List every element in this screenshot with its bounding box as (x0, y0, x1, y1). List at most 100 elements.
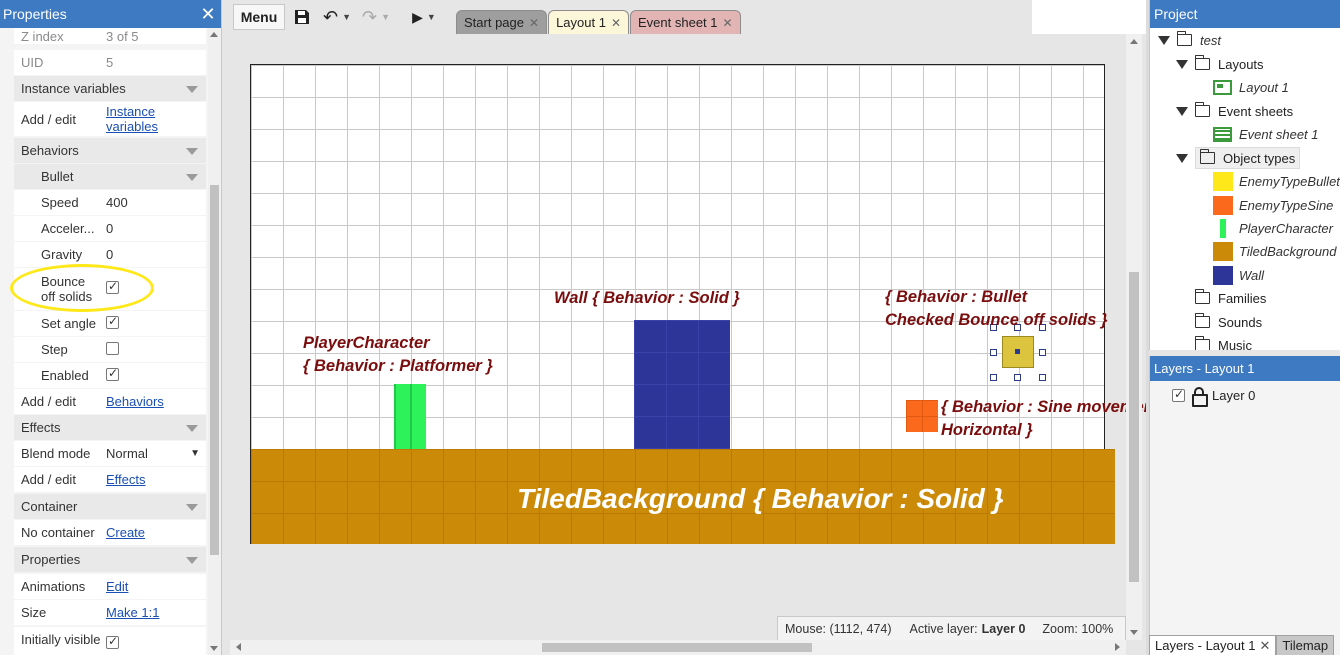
prop-key: No container (21, 525, 95, 540)
tree-item-tiledbackground[interactable]: TiledBackground (1213, 240, 1336, 262)
scroll-up-icon[interactable] (1130, 39, 1138, 44)
toolbar: Menu ↶ ▼ ↷ ▼ ▶ ▼ Start page ✕ Layout 1 ✕ Even… (230, 0, 1032, 34)
subsection-bullet[interactable]: Bullet (14, 164, 206, 189)
playercharacter-object[interactable] (394, 384, 426, 449)
tree-folder-music[interactable]: Music (1194, 334, 1252, 350)
make-1-1-link[interactable]: Make 1:1 (106, 605, 159, 620)
annotation-line: PlayerCharacter (303, 334, 430, 352)
enemytypesine-object[interactable] (906, 400, 938, 432)
prop-value: Edit (102, 579, 206, 594)
edit-animations-link[interactable]: Edit (106, 579, 128, 594)
tree-item-enemytypebullet[interactable]: EnemyTypeBullet (1213, 170, 1340, 192)
effects-link[interactable]: Effects (106, 472, 146, 487)
section-effects[interactable]: Effects (14, 415, 206, 440)
layout-canvas-area[interactable]: PlayerCharacter { Behavior : Platformer … (230, 34, 1159, 640)
close-tab-icon[interactable]: ✕ (529, 16, 539, 30)
canvas-vertical-scrollbar[interactable] (1126, 34, 1142, 640)
tree-item-wall[interactable]: Wall (1213, 264, 1264, 286)
tree-folder-layouts[interactable]: Layouts (1176, 53, 1264, 75)
selected-row: Object types (1195, 147, 1301, 169)
behaviors-link[interactable]: Behaviors (106, 394, 164, 409)
section-instance-variables[interactable]: Instance variables (14, 76, 206, 101)
expand-arrow-icon[interactable] (1176, 153, 1188, 163)
properties-scrollbar[interactable] (208, 28, 221, 655)
collapse-arrow-icon[interactable] (186, 556, 198, 564)
scroll-thumb[interactable] (1129, 272, 1139, 582)
resize-handle[interactable] (1039, 374, 1046, 381)
canvas-horizontal-scrollbar[interactable] (230, 640, 1126, 655)
instance-variables-link[interactable]: Instance variables (106, 104, 158, 134)
tree-folder-object-types[interactable]: Object types (1176, 147, 1301, 169)
unlock-icon[interactable] (1191, 387, 1208, 407)
chevron-down-icon[interactable]: ▼ (427, 12, 436, 22)
initially-visible-checkbox[interactable] (106, 634, 119, 649)
chevron-down-icon[interactable]: ▼ (342, 12, 351, 22)
close-tab-icon[interactable]: ✕ (611, 16, 621, 30)
section-properties[interactable]: Properties (14, 547, 206, 572)
scroll-up-icon[interactable] (210, 32, 218, 37)
resize-handle[interactable] (1014, 374, 1021, 381)
tab-label: Event sheet 1 (638, 15, 718, 30)
properties-titlebar: Properties ✕ (0, 0, 221, 28)
section-label: Behaviors (21, 143, 79, 158)
enabled-checkbox[interactable] (106, 366, 119, 381)
collapse-arrow-icon[interactable] (186, 173, 198, 181)
collapse-arrow-icon[interactable] (186, 147, 198, 155)
collapse-arrow-icon[interactable] (186, 85, 198, 93)
menu-button[interactable]: Menu (233, 4, 285, 30)
step-checkbox[interactable] (106, 341, 119, 355)
bounce-off-solids-checkbox[interactable] (106, 279, 119, 294)
speed-input[interactable]: 400 (102, 195, 206, 210)
scroll-down-icon[interactable] (1130, 630, 1138, 635)
layer-visible-checkbox[interactable] (1172, 387, 1185, 402)
scroll-left-icon[interactable] (236, 643, 241, 651)
collapse-arrow-icon[interactable] (186, 503, 198, 511)
resize-handle[interactable] (990, 349, 997, 356)
blend-mode-select[interactable]: Normal ▼ (102, 446, 206, 461)
acceleration-input[interactable]: 0 (102, 221, 206, 236)
redo-button[interactable]: ↷ ▼ (358, 4, 394, 30)
scroll-thumb[interactable] (210, 185, 219, 555)
tree-item-playercharacter[interactable]: PlayerCharacter (1213, 217, 1333, 239)
section-container[interactable]: Container (14, 494, 206, 519)
expand-arrow-icon[interactable] (1158, 35, 1170, 45)
chevron-down-icon[interactable]: ▼ (381, 12, 390, 22)
layout-grid[interactable]: PlayerCharacter { Behavior : Platformer … (250, 64, 1159, 544)
tab-start-page[interactable]: Start page ✕ (456, 10, 548, 34)
preview-button[interactable]: ▶ ▼ (406, 4, 442, 30)
tree-root-test[interactable]: test (1158, 29, 1221, 51)
collapse-arrow-icon[interactable] (186, 424, 198, 432)
resize-handle[interactable] (1039, 349, 1046, 356)
tree-folder-event-sheets[interactable]: Event sheets (1176, 100, 1293, 122)
layer-row[interactable]: Layer 0 (1172, 384, 1255, 407)
bottom-panel-tabs: Layers - Layout 1 ✕ Tilemap (1149, 635, 1340, 655)
tree-item-layout-1[interactable]: Layout 1 (1213, 76, 1289, 98)
tab-layout-1[interactable]: Layout 1 ✕ (548, 10, 629, 34)
scroll-thumb[interactable] (542, 643, 812, 652)
undo-button[interactable]: ↶ ▼ (319, 4, 355, 30)
wall-object[interactable] (634, 320, 730, 449)
set-angle-checkbox[interactable] (106, 314, 119, 329)
tree-folder-sounds[interactable]: Sounds (1194, 311, 1262, 333)
expand-arrow-icon[interactable] (1176, 59, 1188, 69)
tree-label: Families (1218, 290, 1267, 306)
gravity-input[interactable]: 0 (102, 247, 206, 262)
tree-folder-families[interactable]: Families (1194, 287, 1267, 309)
expand-arrow-icon[interactable] (1176, 106, 1188, 116)
tab-layers-layout-1[interactable]: Layers - Layout 1 ✕ (1149, 635, 1277, 655)
section-behaviors[interactable]: Behaviors (14, 138, 206, 163)
tab-event-sheet-1[interactable]: Event sheet 1 ✕ (630, 10, 741, 34)
scroll-down-icon[interactable] (210, 646, 218, 651)
close-tab-icon[interactable]: ✕ (1259, 638, 1270, 654)
resize-handle[interactable] (990, 374, 997, 381)
save-button[interactable] (288, 4, 316, 30)
create-container-link[interactable]: Create (106, 525, 145, 540)
prop-row-enabled: Enabled (14, 363, 206, 388)
close-tab-icon[interactable]: ✕ (723, 16, 733, 30)
scroll-right-icon[interactable] (1115, 643, 1120, 651)
tab-tilemap[interactable]: Tilemap (1276, 635, 1335, 655)
close-icon[interactable]: ✕ (195, 4, 221, 25)
tree-item-enemytypesine[interactable]: EnemyTypeSine (1213, 194, 1333, 216)
tree-item-event-sheet-1[interactable]: Event sheet 1 (1213, 123, 1319, 145)
origin-point (1015, 349, 1020, 354)
